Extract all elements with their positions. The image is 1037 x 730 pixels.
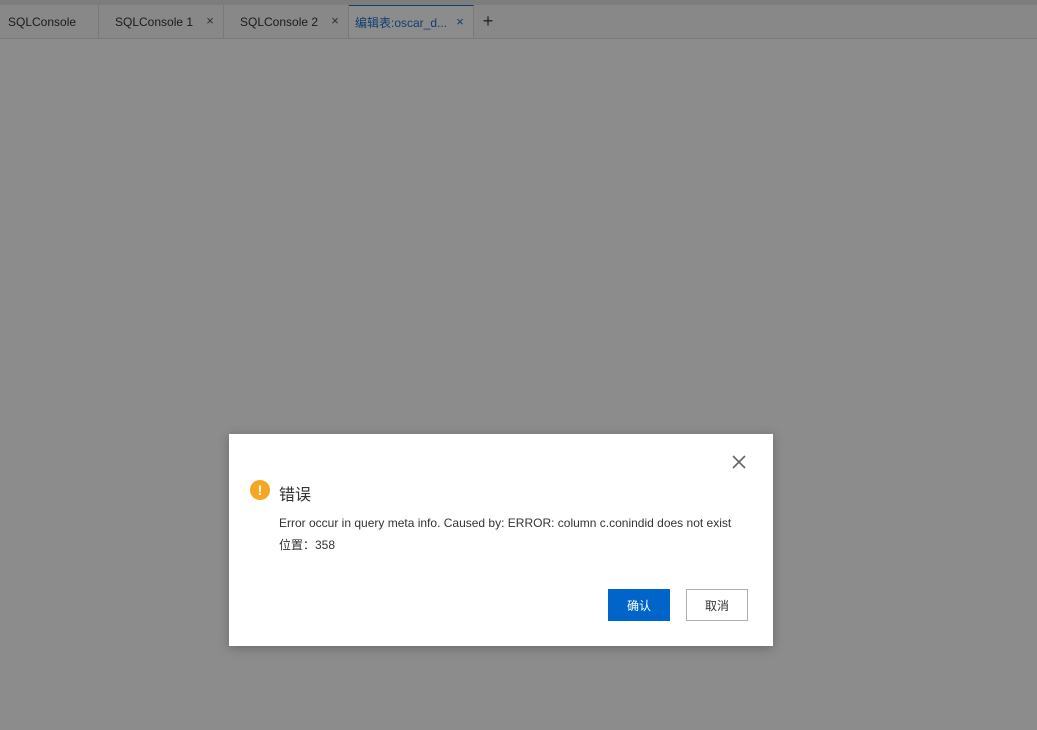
cancel-button[interactable]: 取消 bbox=[686, 589, 748, 621]
error-message-text: Error occur in query meta info. Caused b… bbox=[279, 516, 732, 530]
confirm-button[interactable]: 确认 bbox=[608, 589, 670, 621]
warning-icon: ! bbox=[250, 480, 270, 500]
error-dialog: ! 错误 Error occur in query meta info. Cau… bbox=[229, 434, 773, 646]
close-icon[interactable] bbox=[731, 454, 747, 470]
dialog-title: 错误 bbox=[279, 487, 312, 504]
error-position-text: 位置：358 bbox=[279, 538, 336, 552]
dialog-message: Error occur in query meta info. Caused b… bbox=[279, 512, 731, 556]
